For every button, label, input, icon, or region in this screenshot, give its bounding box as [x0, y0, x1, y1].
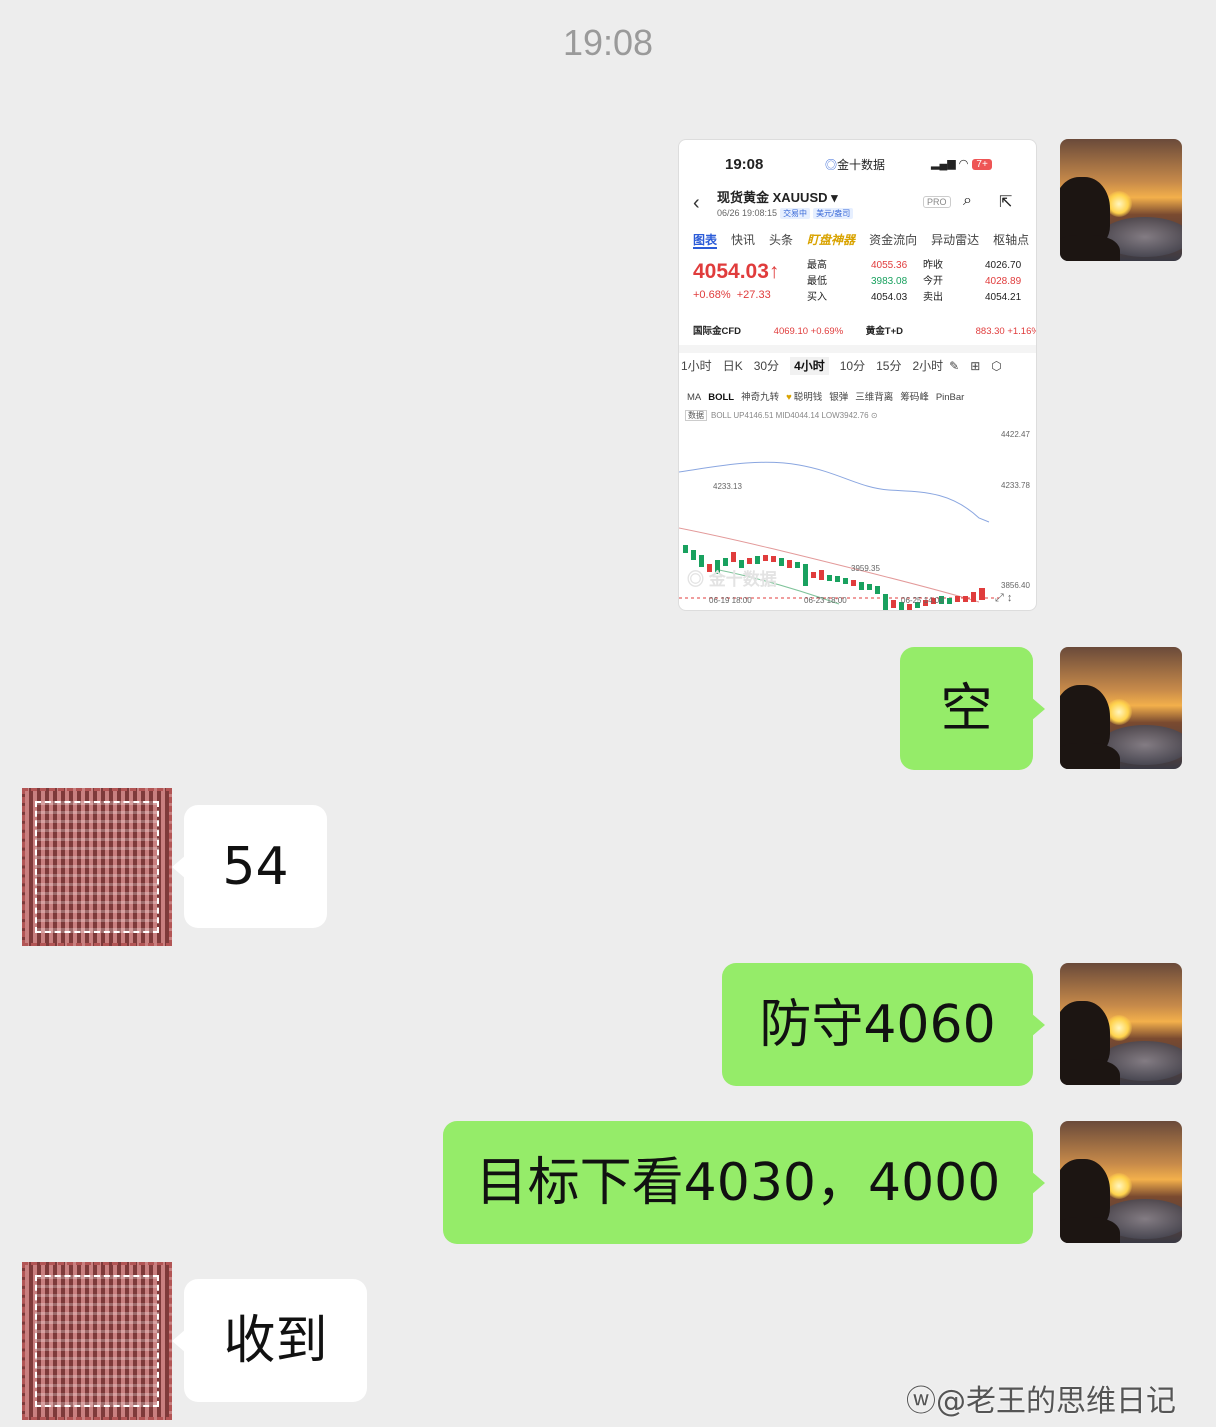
search-icon[interactable]: ⌕ — [963, 192, 972, 210]
my-avatar[interactable] — [1060, 1121, 1182, 1243]
price-change: +0.68% +27.33 — [693, 289, 771, 301]
signal-icon: ▂▄▆ — [931, 158, 956, 170]
message-bubble[interactable]: 目标下看4030，4000 — [443, 1121, 1045, 1244]
tab-flash[interactable]: 快讯 — [731, 233, 755, 247]
message-text: 收到 — [223, 1310, 328, 1371]
draw-tool-icon[interactable]: ✎ — [949, 359, 959, 373]
message-text: 目标下看4030，4000 — [475, 1152, 1001, 1213]
weibo-watermark: ⓦ@老王的思维日记 — [906, 1384, 1176, 1419]
expand-icon[interactable]: ⤢ ↕ — [995, 592, 1012, 605]
divider — [679, 345, 1036, 353]
smart-money-icon: ♥ — [786, 392, 792, 403]
x-tick-3: 06-25 14:00 — [901, 596, 944, 605]
pro-badge[interactable]: PRO — [923, 196, 951, 208]
period-10m[interactable]: 10分 — [840, 359, 865, 373]
my-avatar[interactable] — [1060, 647, 1182, 769]
chat-timestamp: 19:08 — [562, 22, 654, 63]
weibo-icon: ⓦ — [906, 1384, 936, 1419]
indicator-bar: MA BOLL 神奇九转 ♥ 聪明钱 银弹 三维背离 筹码峰 PinBar — [687, 392, 965, 403]
tab-fund-flow[interactable]: 资金流向 — [869, 233, 917, 247]
shared-chart-screenshot[interactable]: 19:08 ◎金十数据 ▂▄▆ ◠ 7+ ‹ 现货黄金 XAUUSD ▾ 06/2… — [678, 139, 1037, 611]
x-tick-2: 06-23 18:00 — [804, 596, 847, 605]
hi-marker: 4233.13 — [713, 482, 742, 491]
period-2h[interactable]: 2小时 — [912, 359, 943, 373]
boll-upper-line — [679, 461, 990, 523]
y-label-mid: 4233.78 — [1001, 481, 1030, 490]
status-time: 19:08 — [725, 156, 764, 173]
message-bubble[interactable]: 防守4060 — [722, 963, 1045, 1086]
message-text: 防守4060 — [759, 994, 996, 1055]
friend-avatar[interactable] — [22, 788, 172, 946]
trading-tag: 交易中 — [780, 208, 811, 219]
settings-icon[interactable]: ⊙ — [871, 411, 878, 420]
watermark-logo: ◎ 金十数据 — [687, 570, 777, 589]
related-quotes: 国际金CFD 4069.10 +0.69% 黄金T+D 883.30 +1.16… — [693, 326, 1037, 337]
instrument-name[interactable]: 现货黄金 XAUUSD ▾ — [717, 187, 838, 206]
settings-icon[interactable]: ⬡ — [991, 359, 1001, 373]
friend-avatar[interactable] — [22, 1262, 172, 1420]
period-4h[interactable]: 4小时 — [790, 357, 829, 375]
status-icons: ▂▄▆ ◠ 7+ — [931, 157, 992, 170]
share-icon[interactable]: ⇱ — [999, 192, 1012, 212]
grid-icon[interactable]: ⊞ — [970, 359, 980, 373]
wifi-icon: ◠ — [958, 158, 969, 170]
countdown-tag: 02:51:45 — [999, 545, 1031, 554]
period-1h[interactable]: 1小时 — [681, 359, 712, 373]
quote-grid: 最高 4055.36 昨收 4026.70 最低 3983.08 今开 4028.89 买入… — [807, 260, 1022, 303]
app-logo-icon: ◎ — [825, 158, 838, 172]
price-tag: 4054.03 — [999, 535, 1028, 544]
period-15m[interactable]: 15分 — [876, 359, 901, 373]
message-bubble[interactable]: 收到 — [172, 1279, 367, 1402]
status-app-name: ◎金十数据 — [825, 158, 886, 172]
tab-headline[interactable]: 头条 — [769, 233, 793, 247]
y-label-bot: 3856.40 — [1001, 581, 1030, 590]
y-label-top: 4422.47 — [1001, 430, 1030, 439]
unit-tag: 美元/盎司 — [813, 208, 854, 219]
message-bubble[interactable]: 空 — [900, 647, 1045, 770]
period-day[interactable]: 日K — [723, 359, 743, 373]
message-text: 54 — [222, 836, 289, 897]
period-selector: 1小时 日K 30分 4小时 10分 15分 2小时 ✎ ⊞ ⬡ — [681, 357, 1013, 375]
back-icon[interactable]: ‹ — [693, 192, 700, 215]
tab-radar[interactable]: 异动雷达 — [931, 233, 979, 247]
instrument-tabs: 图表 快讯 头条 盯盘神器 资金流向 异动雷达 枢轴点 — [693, 231, 1029, 249]
lo-marker: 3959.35 — [851, 564, 880, 573]
my-avatar[interactable] — [1060, 139, 1182, 261]
last-price: 4054.03↑ — [693, 260, 780, 283]
message-text: 空 — [940, 678, 993, 739]
message-bubble[interactable]: 54 — [172, 805, 327, 928]
battery-icon: 7+ — [972, 159, 992, 170]
tab-pivot[interactable]: 枢轴点 — [993, 233, 1029, 247]
period-30m[interactable]: 30分 — [754, 359, 779, 373]
quote-datetime: 06/26 19:08:15 交易中 美元/盎司 — [717, 208, 854, 219]
logo-icon: ◎ — [687, 570, 704, 589]
tab-monitor[interactable]: 盯盘神器 — [807, 233, 855, 247]
my-avatar[interactable] — [1060, 963, 1182, 1085]
tab-chart[interactable]: 图表 — [693, 233, 718, 249]
x-tick-1: 06-19 18:00 — [709, 596, 752, 605]
